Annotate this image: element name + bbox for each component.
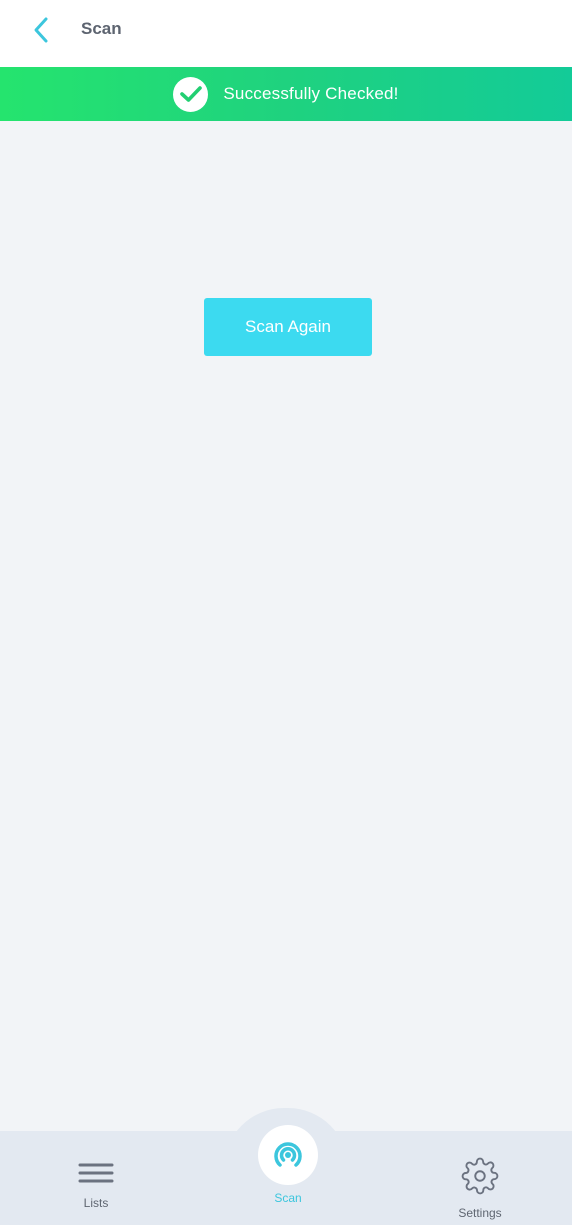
nav-label-lists: Lists	[83, 1196, 109, 1210]
back-button[interactable]	[22, 14, 60, 50]
nav-item-scan[interactable]: Scan	[248, 1125, 328, 1205]
chevron-left-icon	[31, 16, 51, 49]
nav-item-settings[interactable]: Settings	[448, 1157, 512, 1220]
nav-label-scan: Scan	[274, 1191, 302, 1205]
banner-text: Successfully Checked!	[223, 84, 399, 103]
nav-label-settings: Settings	[458, 1206, 502, 1220]
scan-again-button[interactable]: Scan Again	[204, 298, 372, 356]
scan-button-circle	[258, 1125, 318, 1185]
page-title: Scan	[81, 19, 122, 38]
app-root: Scan Successfully Checked! Scan Again Li…	[0, 0, 572, 1225]
success-banner: Successfully Checked!	[0, 67, 572, 121]
nav-item-lists[interactable]: Lists	[66, 1161, 126, 1210]
broadcast-icon	[268, 1135, 308, 1176]
menu-lines-icon	[78, 1161, 114, 1190]
check-circle-icon	[173, 76, 209, 112]
top-app-bar: Scan	[0, 0, 572, 67]
gear-icon	[461, 1157, 499, 1200]
